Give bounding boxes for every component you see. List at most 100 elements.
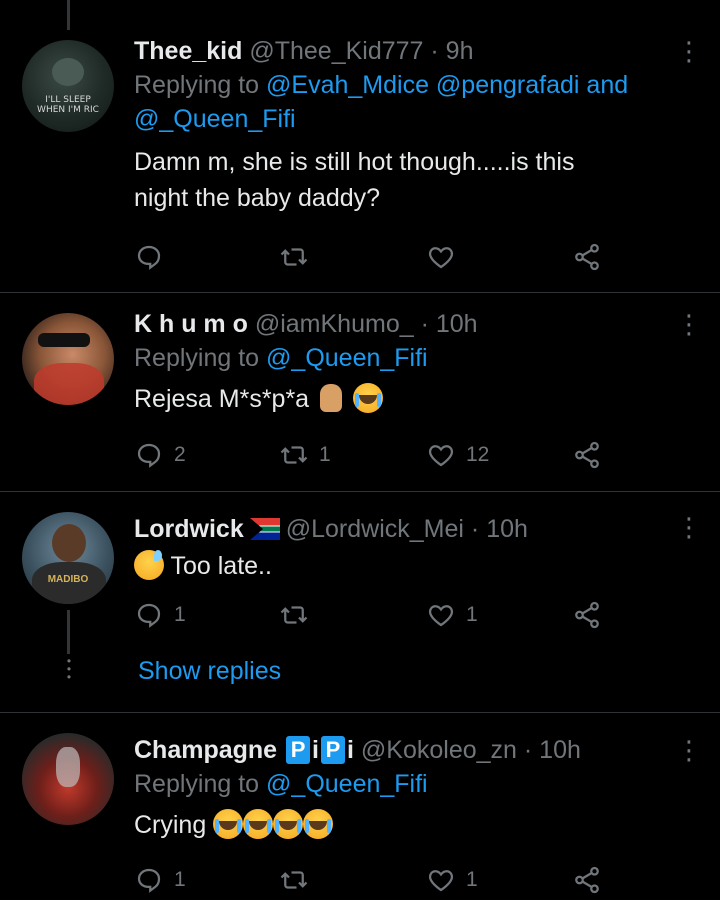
tweet-text-line-2: night the baby daddy? (134, 184, 381, 212)
more-icon[interactable]: ⋮ (676, 38, 702, 64)
reply-icon (137, 603, 161, 628)
retweet-button[interactable] (279, 242, 319, 272)
display-name[interactable]: Lordwick (134, 515, 244, 543)
avatar-top (34, 363, 104, 405)
more-icon[interactable]: ⋮ (676, 514, 702, 540)
user-handle[interactable]: @iamKhumo_ (255, 310, 414, 338)
reply-button[interactable]: 1 (134, 865, 186, 895)
tweet-actions: 2 1 12 (134, 440, 614, 474)
retweet-icon (280, 871, 308, 889)
tweet-actions: 1 1 (134, 865, 614, 899)
reply-icon (137, 245, 161, 270)
like-count: 12 (466, 443, 490, 466)
avatar-khumo[interactable] (22, 313, 114, 405)
tweet-content: Lordwick @Lordwick_Mei · 10h Too late.. (134, 512, 674, 584)
reply-icon (137, 868, 161, 893)
share-button[interactable] (572, 440, 602, 470)
tweet-khumo[interactable]: K h u m o @iamKhumo_ · 10h Replying to @… (0, 293, 720, 490)
avatar-figure (52, 58, 84, 86)
replying-to-label: Replying to (134, 770, 260, 798)
thread-dots-icon: • • • (66, 654, 72, 684)
share-button[interactable] (572, 865, 602, 895)
retweet-icon (280, 606, 308, 624)
timestamp[interactable]: 10h (436, 310, 478, 338)
mention-and[interactable]: and (586, 71, 628, 99)
tweet-text-content: Crying (134, 811, 207, 839)
like-button[interactable]: 12 (426, 440, 489, 470)
share-button[interactable] (572, 242, 602, 272)
retweet-icon (280, 248, 308, 266)
tweet-text-content: Rejesa M*s*p*a (134, 385, 310, 413)
tweet-thee-kid[interactable]: I'LL SLEEP WHEN I'M RIC Thee_kid @Thee_K… (0, 0, 720, 292)
separator-dot: · (420, 310, 429, 338)
timestamp[interactable]: 10h (539, 736, 581, 764)
avatar-caption-line-1: I'LL SLEEP (45, 95, 91, 105)
more-icon[interactable]: ⋮ (676, 311, 702, 337)
tweet-actions: 1 1 (134, 600, 614, 634)
more-icon[interactable]: ⋮ (676, 737, 702, 763)
retweet-button[interactable] (279, 600, 319, 630)
tweet-lordwick[interactable]: MADIBO Lordwick @Lordwick_Mei · 10h Too l… (0, 492, 720, 712)
show-replies-link[interactable]: Show replies (138, 654, 281, 688)
timestamp[interactable]: 9h (446, 37, 474, 65)
tweet-text: Damn m, she is still hot though.....is t… (134, 144, 674, 216)
user-handle[interactable]: @Thee_Kid777 (249, 37, 423, 65)
like-count: 1 (466, 603, 478, 626)
like-button[interactable]: 1 (426, 600, 478, 630)
display-name[interactable]: K h u m o (134, 310, 248, 338)
tweet-header: K h u m o @iamKhumo_ · 10h (134, 307, 674, 341)
share-button[interactable] (572, 600, 602, 630)
share-icon (575, 441, 599, 469)
name-letter: i (312, 736, 319, 764)
tweet-header: Champagne PiPi @Kokoleo_zn · 10h (134, 733, 674, 767)
tweet-content: Thee_kid @Thee_Kid777 · 9h Replying to @… (134, 34, 674, 216)
tweet-text: Crying (134, 807, 674, 843)
like-button[interactable] (426, 242, 466, 272)
name-letter-box: P (321, 736, 345, 764)
user-handle[interactable]: @Kokoleo_zn (361, 736, 517, 764)
like-button[interactable]: 1 (426, 865, 478, 895)
mention-link[interactable]: @_Queen_Fifi (266, 770, 428, 798)
like-icon (428, 445, 454, 467)
avatar-shirt-text: MADIBO (47, 574, 89, 585)
replying-to: Replying to @_Queen_Fifi (134, 341, 674, 375)
reply-button[interactable]: 2 (134, 440, 186, 470)
tweet-content: K h u m o @iamKhumo_ · 10h Replying to @… (134, 307, 674, 417)
mention-link[interactable]: @_Queen_Fifi (266, 344, 428, 372)
reply-button[interactable] (134, 242, 174, 272)
crossed-fingers-emoji-icon (320, 384, 343, 412)
reply-button[interactable]: 1 (134, 600, 186, 630)
avatar-lordwick[interactable]: MADIBO (22, 512, 114, 604)
avatar-thee-kid[interactable]: I'LL SLEEP WHEN I'M RIC (22, 40, 114, 132)
reply-icon (137, 443, 161, 468)
mention-link[interactable]: @_Queen_Fifi (134, 105, 296, 133)
retweet-button[interactable]: 1 (279, 440, 331, 470)
user-handle[interactable]: @Lordwick_Mei (286, 515, 464, 543)
tweet-header: Thee_kid @Thee_Kid777 · 9h (134, 34, 674, 68)
display-name[interactable]: Champagne (134, 736, 277, 764)
avatar-champagne[interactable] (22, 733, 114, 825)
retweet-count: 1 (319, 443, 331, 466)
share-icon (575, 601, 599, 629)
avatar-face (52, 524, 86, 562)
crying-emoji-icon (273, 809, 304, 839)
tweet-text-line-1: Damn m, she is still hot though.....is t… (134, 148, 575, 176)
tweet-header: Lordwick @Lordwick_Mei · 10h (134, 512, 674, 546)
retweet-button[interactable] (279, 865, 319, 895)
crying-emoji-icon (353, 383, 383, 413)
name-letter: i (347, 736, 354, 764)
display-name[interactable]: Thee_kid (134, 37, 242, 65)
separator-dot: · (430, 37, 439, 65)
mention-link[interactable]: @Evah_Mdice @pengrafadi (266, 71, 579, 99)
replying-to: Replying to @Evah_Mdice @pengrafadi and … (134, 68, 674, 136)
sa-flag-icon (249, 518, 280, 540)
share-icon (575, 243, 599, 271)
crying-emoji-icon (243, 809, 274, 839)
tweet-champagne[interactable]: Champagne PiPi @Kokoleo_zn · 10h Replyin… (0, 713, 720, 900)
replying-to: Replying to @_Queen_Fifi (134, 767, 674, 801)
timestamp[interactable]: 10h (486, 515, 528, 543)
avatar-caption: I'LL SLEEP WHEN I'M RIC (22, 95, 114, 115)
like-icon (428, 870, 454, 892)
tweet-text: Rejesa M*s*p*a (134, 381, 674, 417)
sweat-smile-emoji-icon (134, 550, 164, 580)
